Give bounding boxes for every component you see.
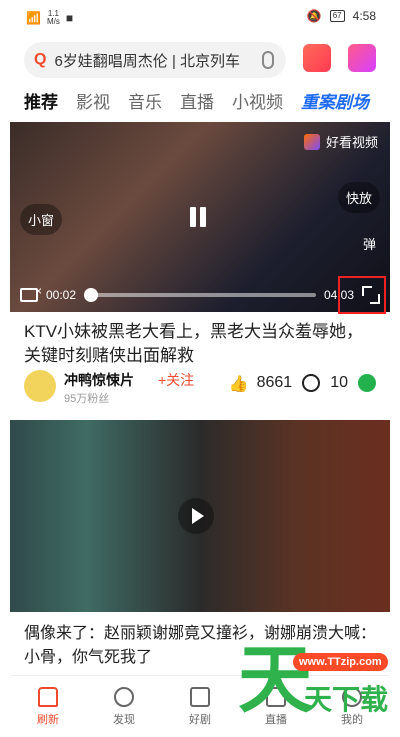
play-icon[interactable] [178, 498, 214, 534]
video-thumbnail[interactable] [10, 420, 390, 612]
fullscreen-highlight [338, 276, 386, 314]
brand-logo-icon [303, 133, 320, 150]
status-bar: 📶 1.1 M/s ■ 🔕 67 4:58 [10, 0, 390, 32]
fast-play-button[interactable]: 快放 [337, 182, 380, 213]
video-player[interactable]: 好看视频 小窗 快放 弹 00:02 04:03 [10, 122, 390, 312]
follow-button[interactable]: +关注 [158, 370, 194, 390]
wallet-icon[interactable] [303, 44, 331, 72]
current-time: 00:02 [46, 288, 77, 302]
network-speed: 1.1 M/s [46, 9, 60, 26]
comment-icon[interactable] [302, 374, 321, 392]
tab-short-video[interactable]: 小视频 [232, 88, 283, 113]
tab-live[interactable]: 直播 [180, 88, 214, 113]
video-controls: 00:02 04:03 [10, 278, 390, 312]
tv-icon [190, 686, 210, 707]
tab-film[interactable]: 影视 [76, 88, 110, 113]
watermark: 天 www.TTzip.com 天下载 [238, 638, 389, 721]
avatar[interactable] [24, 370, 56, 402]
battery-indicator: 67 [329, 10, 345, 22]
tabs-bar: 推荐 影视 音乐 直播 小视频 重案剧场 [24, 88, 369, 113]
wechat-share-icon[interactable] [358, 374, 376, 392]
microphone-icon[interactable] [262, 51, 274, 69]
tab-recommend[interactable]: 推荐 [24, 88, 58, 113]
home-icon [38, 686, 58, 707]
fans-count: 95万粉丝 [64, 393, 110, 405]
author-name[interactable]: 冲鸭惊悚片 [64, 370, 134, 390]
progress-bar[interactable] [84, 288, 316, 302]
compass-icon [114, 686, 134, 707]
notification-icon: ■ [65, 11, 74, 25]
video-title[interactable]: KTV小妹被黑老大看上，黑老大当众羞辱她，关键时刻赌侠出面解救 [24, 320, 376, 368]
author-row: 冲鸭惊悚片 +关注 95万粉丝 👍 8661 10 [24, 368, 376, 408]
engagement-stats: 👍 8661 10 [229, 374, 376, 393]
tab-crime-theater[interactable]: 重案剧场 [301, 88, 369, 113]
small-window-button[interactable]: 小窗 [20, 204, 63, 235]
app-frame: 📶 1.1 M/s ■ 🔕 67 4:58 Q 6岁娃翻唱周杰伦 | 北京列车 推… [10, 0, 390, 737]
nav-discover[interactable]: 发现 [86, 676, 162, 737]
danmaku-button[interactable]: 弹 [363, 234, 376, 253]
time: 4:58 [352, 9, 376, 23]
comment-count: 10 [330, 374, 348, 391]
volume-mute-icon[interactable] [20, 284, 42, 302]
search-text: 6岁娃翻唱周杰伦 | 北京列车 [54, 52, 241, 70]
mute-icon: 🔕 [306, 9, 322, 23]
progress-thumb[interactable] [84, 288, 99, 302]
tab-music[interactable]: 音乐 [128, 88, 162, 113]
wifi-icon: 📶 [26, 11, 41, 25]
game-icon[interactable] [348, 44, 376, 72]
pause-icon[interactable] [188, 207, 208, 232]
like-icon[interactable]: 👍 [229, 374, 249, 393]
nav-refresh[interactable]: 刷新 [10, 676, 86, 737]
search-icon: Q [34, 51, 47, 68]
like-count: 8661 [256, 374, 293, 391]
nav-good-drama[interactable]: 好剧 [162, 676, 238, 737]
video-brand: 好看视频 [303, 132, 378, 151]
search-bar[interactable]: Q 6岁娃翻唱周杰伦 | 北京列车 [24, 42, 286, 78]
